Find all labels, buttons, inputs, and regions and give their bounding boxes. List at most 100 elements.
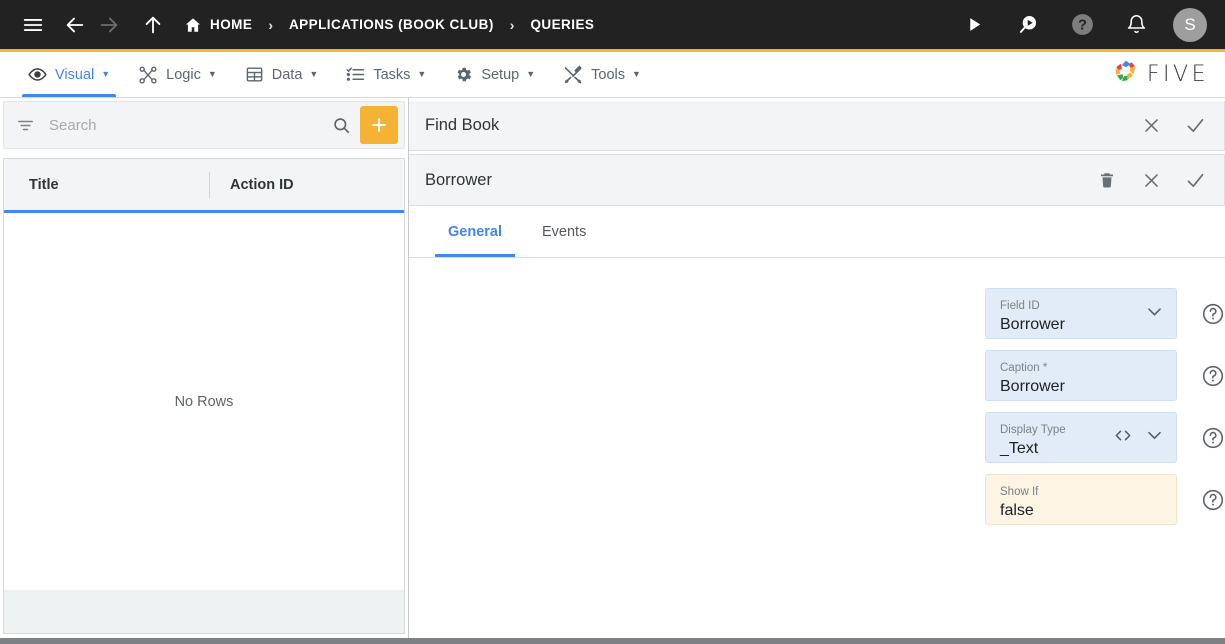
child-card-header: Borrower [409, 154, 1225, 206]
breadcrumb-item-applications[interactable]: APPLICATIONS (BOOK CLUB) [289, 17, 494, 32]
five-wordmark: FIVE [1146, 62, 1209, 87]
breadcrumb-label-home: HOME [210, 17, 253, 32]
help-circle-icon[interactable] [1201, 363, 1225, 389]
form-row-caption: Caption * Borrower [409, 350, 1225, 401]
help-icon[interactable]: ? [1065, 8, 1099, 42]
field-card-title: Borrower [425, 170, 492, 189]
main-body: Title Action ID No Rows Find Book [0, 98, 1225, 638]
hamburger-menu-icon[interactable] [16, 8, 50, 42]
menu-label-tasks: Tasks [373, 66, 411, 83]
chevron-down-icon: ▼ [632, 69, 641, 79]
field-form: Field ID Borrower Caption * Borrower Dis… [409, 258, 1225, 638]
menu-item-tools[interactable]: Tools ▼ [549, 52, 655, 97]
filter-icon[interactable] [16, 116, 35, 135]
search-play-icon[interactable] [1011, 8, 1045, 42]
field-id-label: Field ID [1000, 299, 1040, 312]
search-input[interactable] [49, 116, 332, 134]
menu-item-setup[interactable]: Setup ▼ [440, 52, 549, 97]
tab-label-events: Events [542, 223, 587, 240]
left-list-panel: Title Action ID No Rows [0, 98, 409, 638]
gear-icon [454, 65, 473, 84]
chevron-down-icon[interactable] [1145, 302, 1164, 326]
parent-card-actions [1136, 111, 1210, 141]
help-circle-icon[interactable] [1201, 425, 1225, 451]
tools-wrench-icon [563, 64, 583, 85]
breadcrumb-separator: › [268, 16, 273, 33]
confirm-check-icon[interactable] [1180, 165, 1210, 195]
breadcrumb-separator: › [509, 16, 515, 33]
form-row-show-if: Show If false [409, 474, 1225, 525]
grid-header-row: Title Action ID [4, 159, 404, 213]
add-query-button[interactable] [360, 106, 398, 144]
menu-item-logic[interactable]: Logic ▼ [124, 52, 231, 97]
chevron-down-icon: ▼ [101, 69, 111, 79]
help-circle-icon[interactable] [1201, 301, 1225, 327]
confirm-check-icon[interactable] [1180, 111, 1210, 141]
help-circle-icon[interactable] [1201, 487, 1225, 513]
chevron-down-icon: ▼ [417, 69, 427, 79]
caption-value: Borrower [1000, 377, 1065, 395]
menu-item-data[interactable]: Data ▼ [231, 52, 333, 97]
menu-label-tools: Tools [591, 66, 625, 83]
field-id-value: Borrower [1000, 315, 1065, 333]
form-row-field-id: Field ID Borrower [409, 288, 1225, 339]
caption-label: Caption * [1000, 361, 1048, 374]
application-window: HOME › APPLICATIONS (BOOK CLUB) › QUERIE… [0, 0, 1225, 644]
breadcrumb-item-home[interactable]: HOME [184, 16, 252, 34]
checklist-icon [346, 65, 365, 84]
detail-tabs: General Events [409, 206, 1225, 258]
breadcrumb-label-queries: QUERIES [530, 17, 595, 32]
module-menu-bar: Visual ▼ Logic ▼ Data ▼ Tasks ▼ Setup ▼ … [0, 52, 1225, 98]
menu-item-tasks[interactable]: Tasks ▼ [332, 52, 440, 97]
show-if-input[interactable]: Show If false [985, 474, 1177, 525]
left-panel-footer [3, 590, 405, 634]
menu-item-visual[interactable]: Visual ▼ [14, 52, 124, 97]
breadcrumb-label-applications: APPLICATIONS (BOOK CLUB) [288, 17, 494, 32]
child-card-actions [1092, 165, 1210, 195]
column-header-title[interactable]: Title [4, 159, 209, 210]
five-brand-logo: FIVE [1112, 52, 1225, 97]
tab-label-general: General [448, 223, 502, 240]
navigate-up-icon[interactable] [136, 8, 170, 42]
tab-general[interactable]: General [435, 206, 515, 257]
field-id-input[interactable]: Field ID Borrower [985, 288, 1177, 339]
parent-card-header: Find Book [409, 101, 1225, 151]
notifications-bell-icon[interactable] [1119, 8, 1153, 42]
breadcrumb: HOME › APPLICATIONS (BOOK CLUB) › QUERIE… [184, 16, 594, 34]
close-icon[interactable] [1136, 165, 1166, 195]
navigate-back-icon[interactable] [58, 8, 92, 42]
form-row-display-type: Display Type _Text [409, 412, 1225, 463]
chevron-down-icon: ▼ [309, 69, 319, 79]
search-icon[interactable] [332, 116, 351, 135]
chevron-down-icon[interactable] [1145, 426, 1164, 450]
run-icon[interactable] [957, 8, 991, 42]
show-if-value: false [1000, 501, 1034, 519]
menu-label-logic: Logic [166, 66, 201, 83]
display-type-input[interactable]: Display Type _Text [985, 412, 1177, 463]
chevron-down-icon: ▼ [207, 69, 217, 79]
close-icon[interactable] [1136, 111, 1166, 141]
menu-label-visual: Visual [55, 66, 95, 83]
page-title: Find Book [425, 116, 500, 134]
delete-trash-icon[interactable] [1092, 165, 1122, 195]
detail-panel: Find Book Borrower General Events Field … [409, 98, 1225, 638]
logic-nodes-icon [138, 65, 158, 85]
caption-input[interactable]: Caption * Borrower [985, 350, 1177, 401]
top-navigation-bar: HOME › APPLICATIONS (BOOK CLUB) › QUERIE… [0, 0, 1225, 52]
show-if-label: Show If [1000, 485, 1039, 498]
home-icon [184, 16, 202, 34]
column-header-action-id[interactable]: Action ID [209, 171, 294, 198]
active-tab-underline [22, 94, 117, 97]
navigate-forward-icon [92, 8, 126, 42]
eye-icon [28, 65, 47, 84]
display-type-adornments [1113, 425, 1164, 450]
queries-grid: Title Action ID No Rows [3, 158, 405, 590]
breadcrumb-item-queries[interactable]: QUERIES [530, 17, 594, 32]
menu-label-data: Data [271, 66, 303, 83]
avatar[interactable]: S [1173, 7, 1207, 42]
code-brackets-icon[interactable] [1113, 425, 1133, 450]
grid-body: No Rows [4, 213, 404, 590]
window-bottom-strip [0, 638, 1225, 644]
empty-state-message: No Rows [174, 393, 234, 410]
tab-events[interactable]: Events [529, 206, 599, 257]
